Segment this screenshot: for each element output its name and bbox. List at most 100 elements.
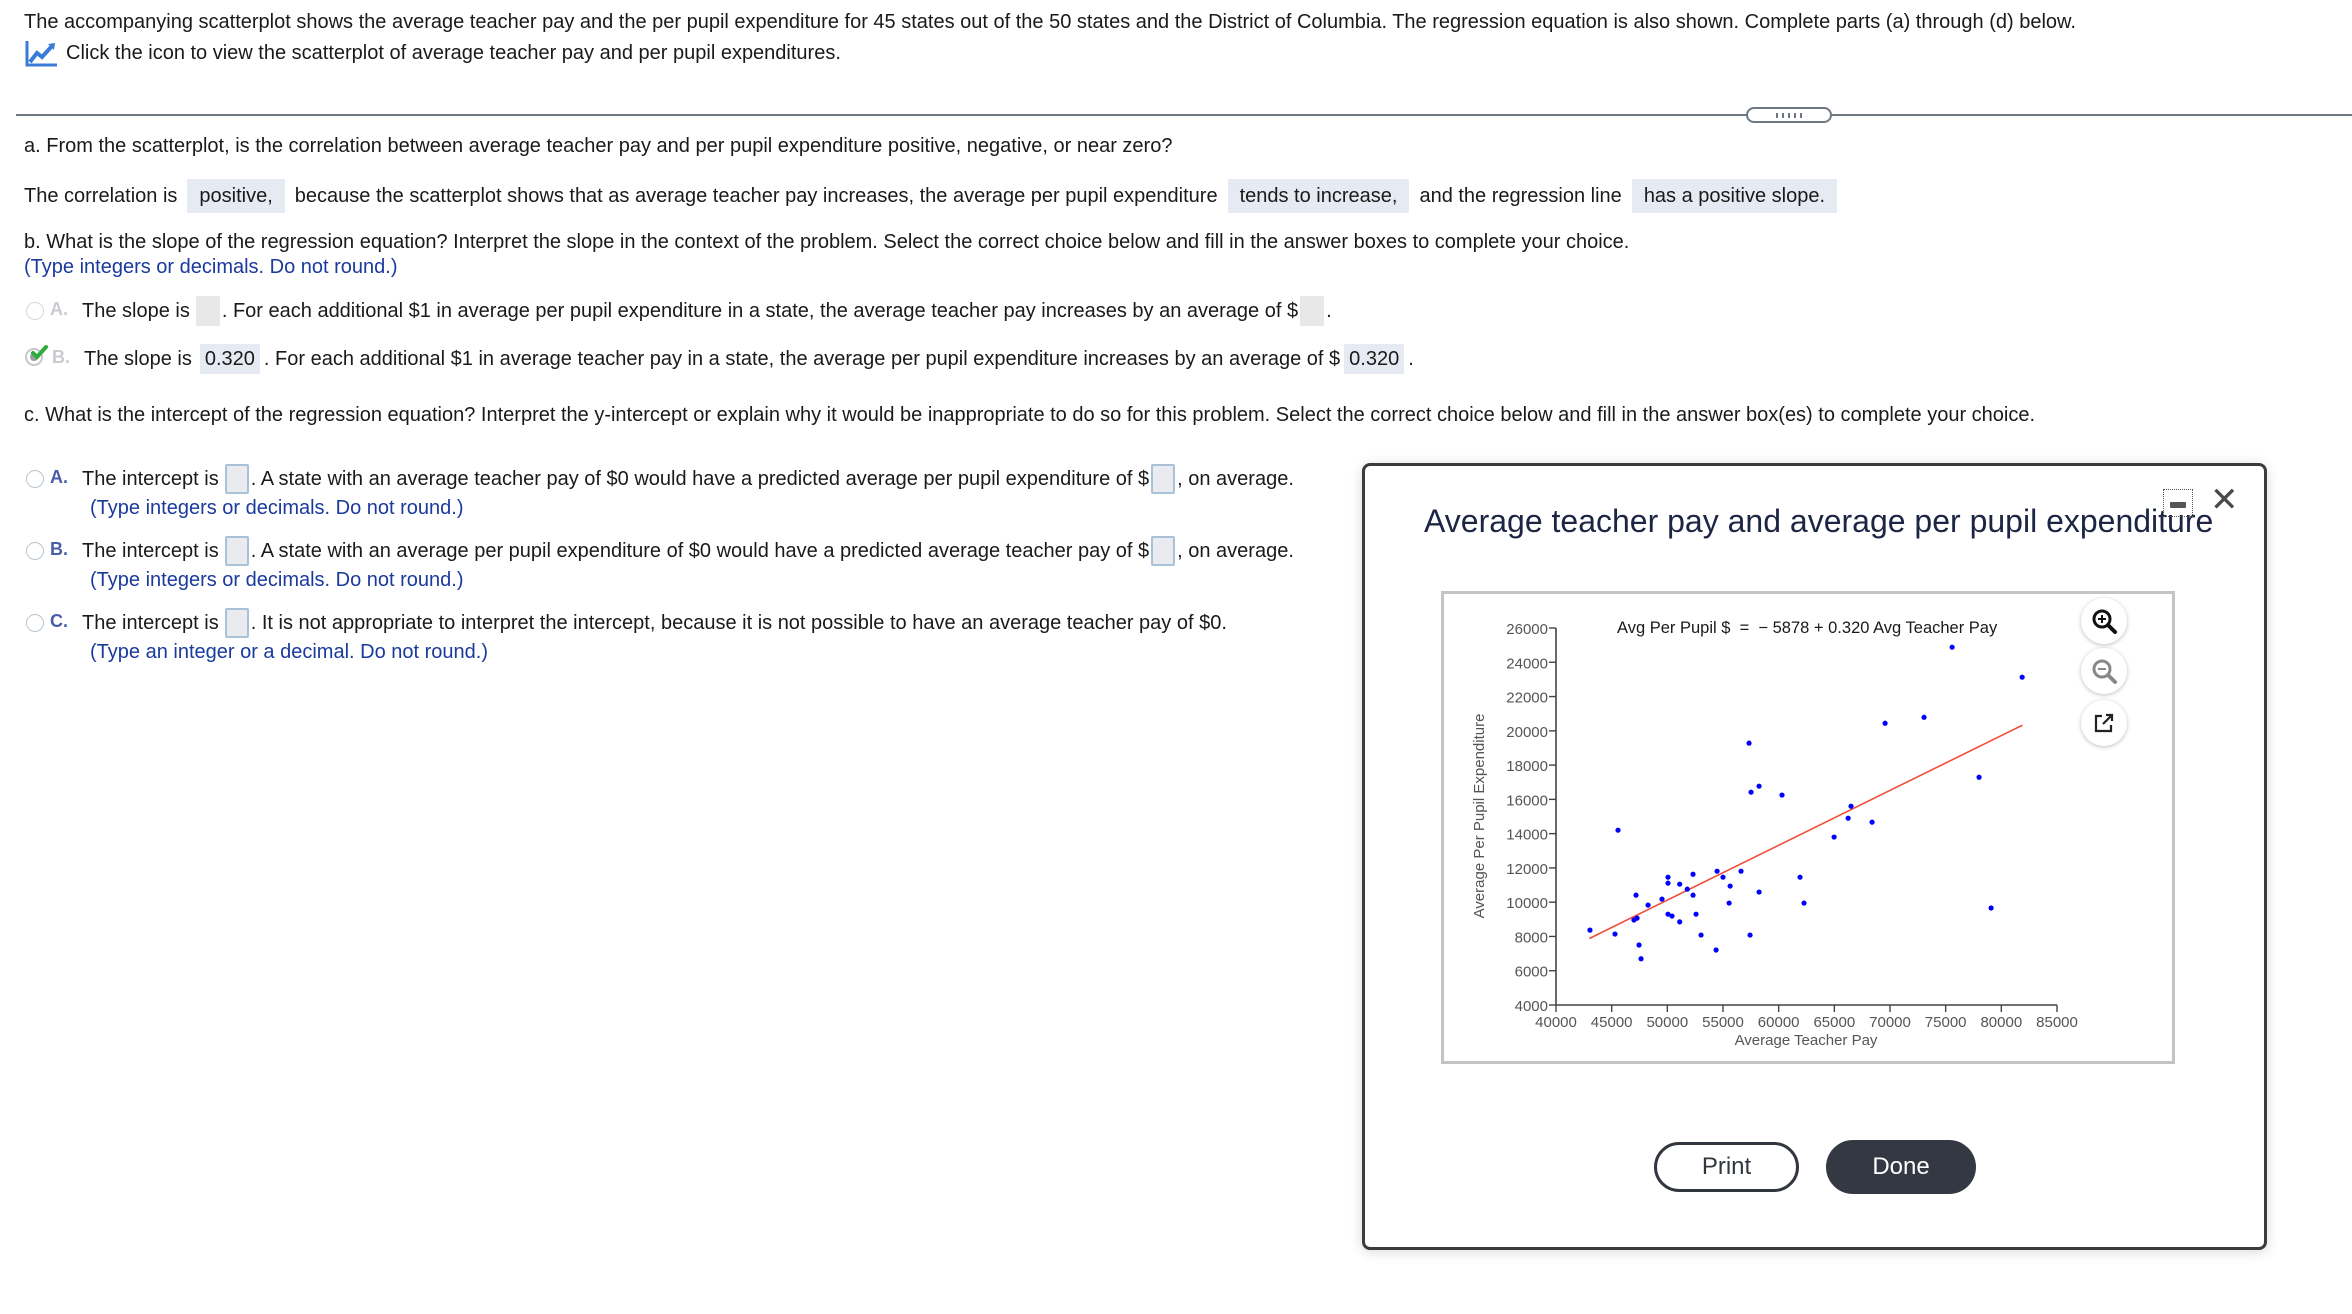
data-point	[1801, 900, 1807, 906]
data-point	[1845, 815, 1851, 821]
regression-equation: Avg Per Pupil $ = − 5878 + 0.320 Avg Tea…	[1617, 619, 1998, 637]
section-divider	[16, 114, 2352, 116]
data-point	[1665, 880, 1671, 886]
correlation-answer[interactable]: positive,	[187, 179, 285, 213]
scatterplot-link[interactable]: Click the icon to view the scatterplot o…	[24, 38, 841, 68]
data-point	[1612, 931, 1618, 937]
increase-answer[interactable]: 0.320	[1344, 344, 1405, 374]
option-text: . For each additional $1 in average teac…	[263, 348, 1341, 370]
option-letter: A.	[50, 299, 68, 319]
y-tick-label: 12000	[1506, 861, 1548, 878]
problem-intro: The accompanying scatterplot shows the a…	[24, 11, 2076, 33]
part-c-option-c[interactable]: C. The intercept is . It is not appropri…	[26, 608, 1227, 666]
option-letter: B.	[52, 347, 70, 367]
data-point	[1747, 932, 1753, 938]
option-text: The slope is	[82, 300, 190, 322]
x-tick-label: 85000	[2036, 1014, 2078, 1031]
divider-handle[interactable]	[1746, 107, 1832, 123]
zoom-in-button[interactable]	[2081, 598, 2127, 644]
y-tick-label: 4000	[1515, 998, 1548, 1015]
option-letter: A.	[50, 467, 68, 487]
data-point	[1615, 827, 1621, 833]
y-tick-label: 14000	[1506, 827, 1548, 844]
scatterplot-link-text[interactable]: Click the icon to view the scatterplot o…	[66, 39, 841, 67]
trend-answer[interactable]: tends to increase,	[1227, 179, 1410, 213]
data-point	[2019, 674, 2025, 680]
y-tick-label: 26000	[1506, 621, 1548, 638]
dialog-title: Average teacher pay and average per pupi…	[1424, 503, 2214, 539]
minimize-icon[interactable]	[2163, 489, 2193, 517]
increase-input-box[interactable]	[1300, 296, 1325, 326]
data-point	[1797, 874, 1803, 880]
part-b-note: (Type integers or decimals. Do not round…	[24, 256, 398, 278]
part-b-option-a[interactable]: A. The slope is . For each additional $1…	[26, 296, 1332, 326]
expenditure-input[interactable]	[1151, 464, 1176, 494]
print-button[interactable]: Print	[1654, 1142, 1799, 1192]
radio-button[interactable]	[26, 470, 44, 488]
teacher-pay-input[interactable]	[1151, 536, 1176, 566]
chart-line-icon[interactable]	[24, 38, 60, 68]
data-point	[1949, 644, 1955, 650]
part-c-option-b[interactable]: B. The intercept is . A state with an av…	[26, 536, 1294, 594]
option-note: (Type integers or decimals. Do not round…	[90, 497, 464, 519]
radio-button[interactable]	[26, 542, 44, 560]
intercept-input[interactable]	[224, 464, 249, 494]
data-point	[1727, 883, 1733, 889]
part-a-middle-2: and the regression line	[1419, 185, 1622, 207]
data-point	[1779, 792, 1785, 798]
x-tick-label: 50000	[1646, 1014, 1688, 1031]
zoom-out-button[interactable]	[2081, 648, 2127, 694]
slope-sign-answer[interactable]: has a positive slope.	[1631, 179, 1838, 213]
y-tick-label: 20000	[1506, 724, 1548, 741]
intercept-input[interactable]	[224, 608, 249, 638]
part-c-question: c. What is the intercept of the regressi…	[24, 404, 2036, 426]
slope-answer[interactable]: 0.320	[199, 344, 260, 374]
x-tick-label: 70000	[1869, 1014, 1911, 1031]
data-point	[1726, 900, 1732, 906]
x-tick-label: 75000	[1925, 1014, 1967, 1031]
zoom-in-icon	[2092, 609, 2117, 634]
option-note: (Type an integer or a decimal. Do not ro…	[90, 641, 488, 663]
data-point	[1714, 868, 1720, 874]
data-point	[1988, 905, 1994, 911]
y-tick-label: 8000	[1515, 929, 1548, 946]
x-tick-label: 55000	[1702, 1014, 1744, 1031]
data-point	[1921, 714, 1927, 720]
close-icon[interactable]: ✕	[2210, 482, 2239, 518]
slope-input-box[interactable]	[195, 296, 220, 326]
correct-radio-icon[interactable]	[25, 345, 48, 369]
x-tick-label: 65000	[1813, 1014, 1855, 1031]
data-point	[1713, 947, 1719, 953]
option-text: . It is not appropriate to interpret the…	[250, 612, 1227, 634]
data-point	[1669, 913, 1675, 919]
intercept-input[interactable]	[224, 536, 249, 566]
y-tick-label: 10000	[1506, 895, 1548, 912]
y-tick-label: 22000	[1506, 690, 1548, 707]
data-point	[1638, 956, 1644, 962]
open-external-button[interactable]	[2081, 700, 2127, 746]
data-point	[1677, 919, 1683, 925]
data-point	[1869, 819, 1875, 825]
option-text: The intercept is	[82, 540, 219, 562]
data-point	[1848, 803, 1854, 809]
zoom-out-icon	[2092, 659, 2117, 684]
part-b-option-b[interactable]: B. The slope is 0.320 . For each additio…	[25, 344, 1414, 374]
part-c-option-a[interactable]: A. The intercept is . A state with an av…	[26, 464, 1294, 522]
data-point	[1756, 889, 1762, 895]
x-tick-label: 60000	[1758, 1014, 1800, 1031]
part-a-middle: because the scatterplot shows that as av…	[294, 185, 1218, 207]
radio-button[interactable]	[26, 302, 44, 320]
done-button[interactable]: Done	[1826, 1140, 1976, 1194]
data-point	[1659, 896, 1665, 902]
data-point	[1690, 871, 1696, 877]
regression-line	[1589, 724, 2023, 940]
radio-button[interactable]	[26, 614, 44, 632]
part-a-answer: The correlation is positive, because the…	[24, 178, 1838, 214]
data-point	[1677, 881, 1683, 887]
data-point	[1633, 892, 1639, 898]
data-point	[1882, 720, 1888, 726]
data-point	[1720, 874, 1726, 880]
data-point	[1587, 927, 1593, 933]
data-point	[1738, 868, 1744, 874]
option-text: .	[1326, 300, 1332, 322]
